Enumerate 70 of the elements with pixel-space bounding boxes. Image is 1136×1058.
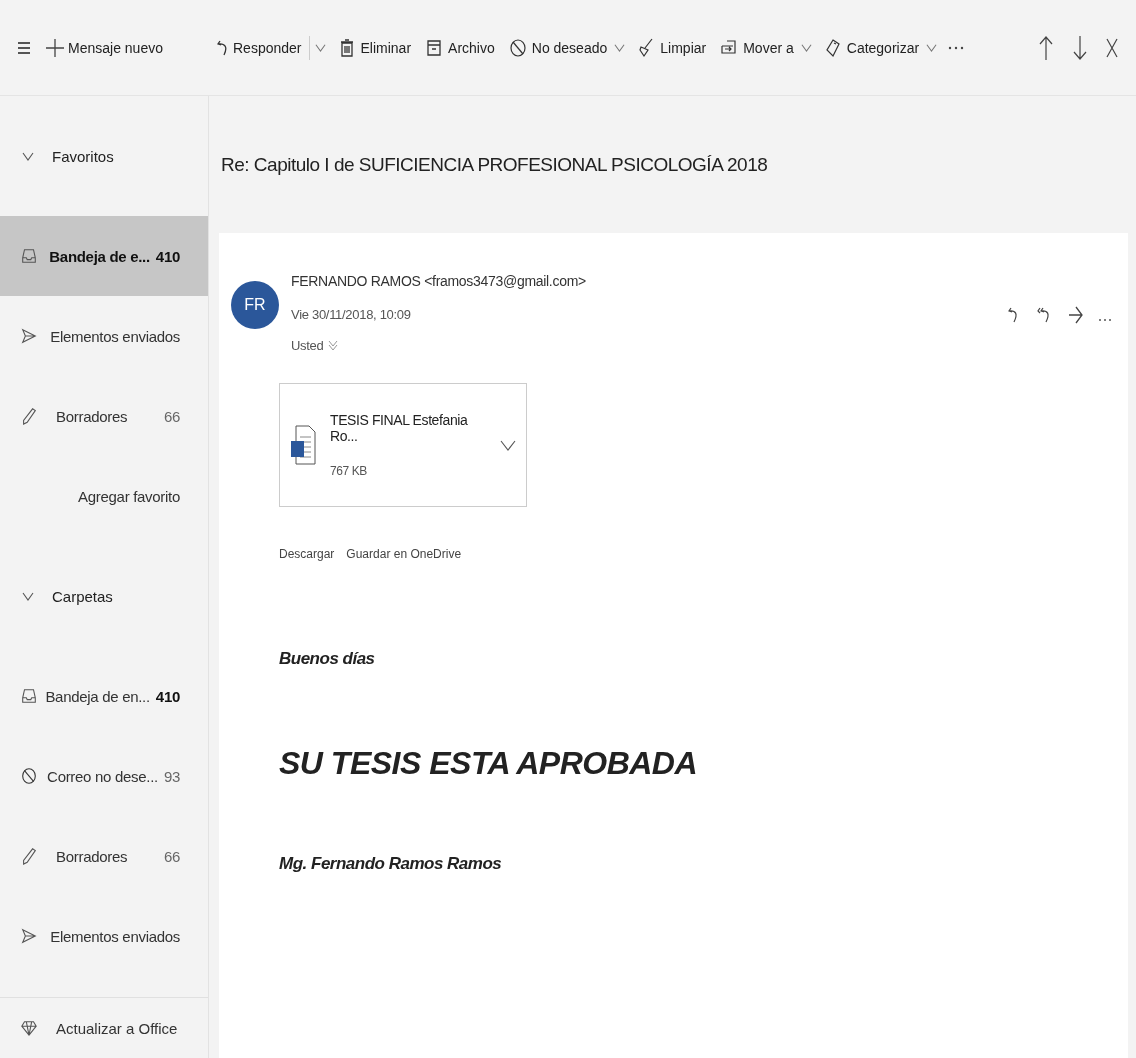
plus-icon [46,38,64,57]
folder-name: Correo no dese... [47,767,158,785]
send-icon [20,927,38,945]
down-arrow-icon [1072,35,1088,60]
toolbar-button[interactable]: Mover a [717,31,796,64]
attachment-link[interactable]: Descargar [279,547,335,561]
unread-count: 66 [163,847,180,865]
attachment-card[interactable]: TESIS FINAL Estefania Ro... 767 KB [279,383,527,507]
chevron-icon [314,42,326,53]
message-date: Vie 30/11/2018, 10:09 [291,307,412,322]
new-message-button[interactable]: Mensaje nuevo [44,31,165,64]
greeting-text: Buenos días [279,649,376,669]
block-icon [20,767,38,785]
toolbar-button[interactable]: Archivo [422,31,497,64]
chevron-icon [500,439,516,451]
folder-item[interactable]: Bandeja de en... 410 [0,656,208,736]
upgrade-button[interactable]: Actualizar a Office [0,998,208,1058]
forward-icon [1068,305,1084,325]
folder-item[interactable]: Correo no dese... 93 [0,736,208,816]
chevron-icon [614,42,626,53]
folder-name: Borradores [56,407,129,425]
folder-name: Bandeja de en... [45,687,150,705]
chevron-icon [800,42,812,53]
folder-name: Borradores [56,847,129,865]
reply-icon [217,39,229,56]
close-icon [1106,37,1118,58]
folder-item[interactable]: Borradores 66 [0,376,208,456]
section-header[interactable]: Favoritos [0,96,208,216]
toolbar-button[interactable]: Categorizar [820,31,922,64]
inbox-icon [20,247,38,265]
block-icon [507,37,528,58]
expand-icon [328,339,339,352]
send-icon [20,327,38,345]
folder-item[interactable]: Elementos enviados [0,296,208,376]
unread-count: 410 [155,247,180,265]
folder-item[interactable]: Borradores 66 [0,816,208,896]
inbox-icon [20,687,38,705]
recipient: Usted [291,338,324,353]
more-icon [948,45,965,50]
toolbar-button[interactable]: No deseado [505,31,610,64]
folder-item[interactable]: Agregar favorito [0,456,208,536]
unread-count: 93 [163,767,180,785]
toolbar-button[interactable]: Eliminar [334,31,414,64]
section-header[interactable]: Carpetas [0,536,208,656]
pencil-icon [20,407,38,425]
sender: FERNANDO RAMOS <framos3473@gmail.com> [291,273,587,289]
word-document-icon [290,425,316,465]
headline-text: SU TESIS ESTA APROBADA [279,745,699,782]
menu-icon [16,39,32,56]
toolbar-button[interactable]: Responder [215,31,304,64]
message-subject: Re: Capitulo I de SUFICIENCIA PROFESIONAL PSICOLOGÍA 2018 [220,152,769,177]
attachment-name: TESIS FINAL Estefania Ro... [330,412,469,444]
toolbar-button[interactable]: Limpiar [634,31,709,64]
chevron-icon [926,42,938,53]
folder-name: Bandeja de e... [49,247,150,265]
folder-name: Agregar favorito [78,487,180,505]
more-icon [1098,318,1112,322]
folder-name: Elementos enviados [50,327,180,345]
unread-count: 410 [155,687,180,705]
folder-item[interactable]: Bandeja de e... 410 [0,216,208,296]
diamond-icon [20,1019,38,1037]
signature-text: Mg. Fernando Ramos Ramos [279,854,503,874]
pencil-icon [20,847,38,865]
attachment-size: 767 KB [330,464,368,478]
unread-count: 66 [163,407,180,425]
attachment-link[interactable]: Guardar en OneDrive [346,547,462,561]
up-arrow-icon [1038,35,1054,60]
avatar: FR [231,281,279,329]
folder-item[interactable]: Elementos enviados [0,896,208,976]
folder-name: Elementos enviados [50,927,180,945]
